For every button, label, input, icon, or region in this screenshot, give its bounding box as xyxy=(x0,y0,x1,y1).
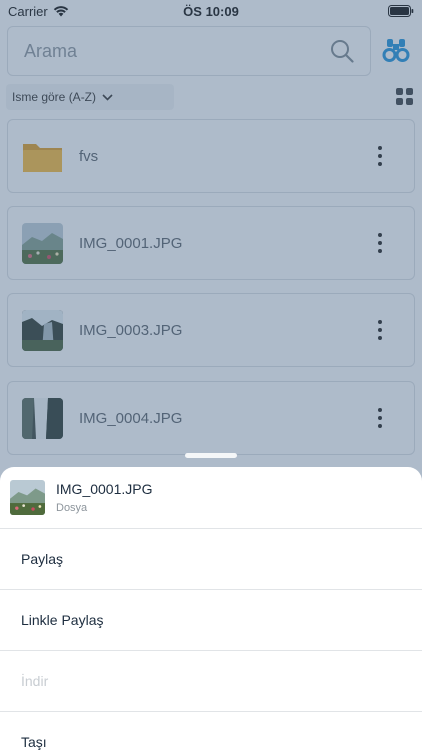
move-button[interactable]: Taşı xyxy=(0,712,422,750)
sheet-file-type: Dosya xyxy=(56,502,88,514)
sheet-header: IMG_0001.JPG Dosya xyxy=(0,467,422,529)
download-button: İndir xyxy=(0,651,422,712)
share-button[interactable]: Paylaş xyxy=(0,529,422,590)
sheet-file-info: IMG_0001.JPG Dosya xyxy=(56,481,153,514)
image-thumbnail xyxy=(10,480,45,515)
share-link-button[interactable]: Linkle Paylaş xyxy=(0,590,422,651)
sheet-file-name: IMG_0001.JPG xyxy=(56,481,153,497)
action-sheet: IMG_0001.JPG Dosya Paylaş Linkle Paylaş … xyxy=(0,467,422,750)
sheet-grabber[interactable] xyxy=(185,453,237,458)
